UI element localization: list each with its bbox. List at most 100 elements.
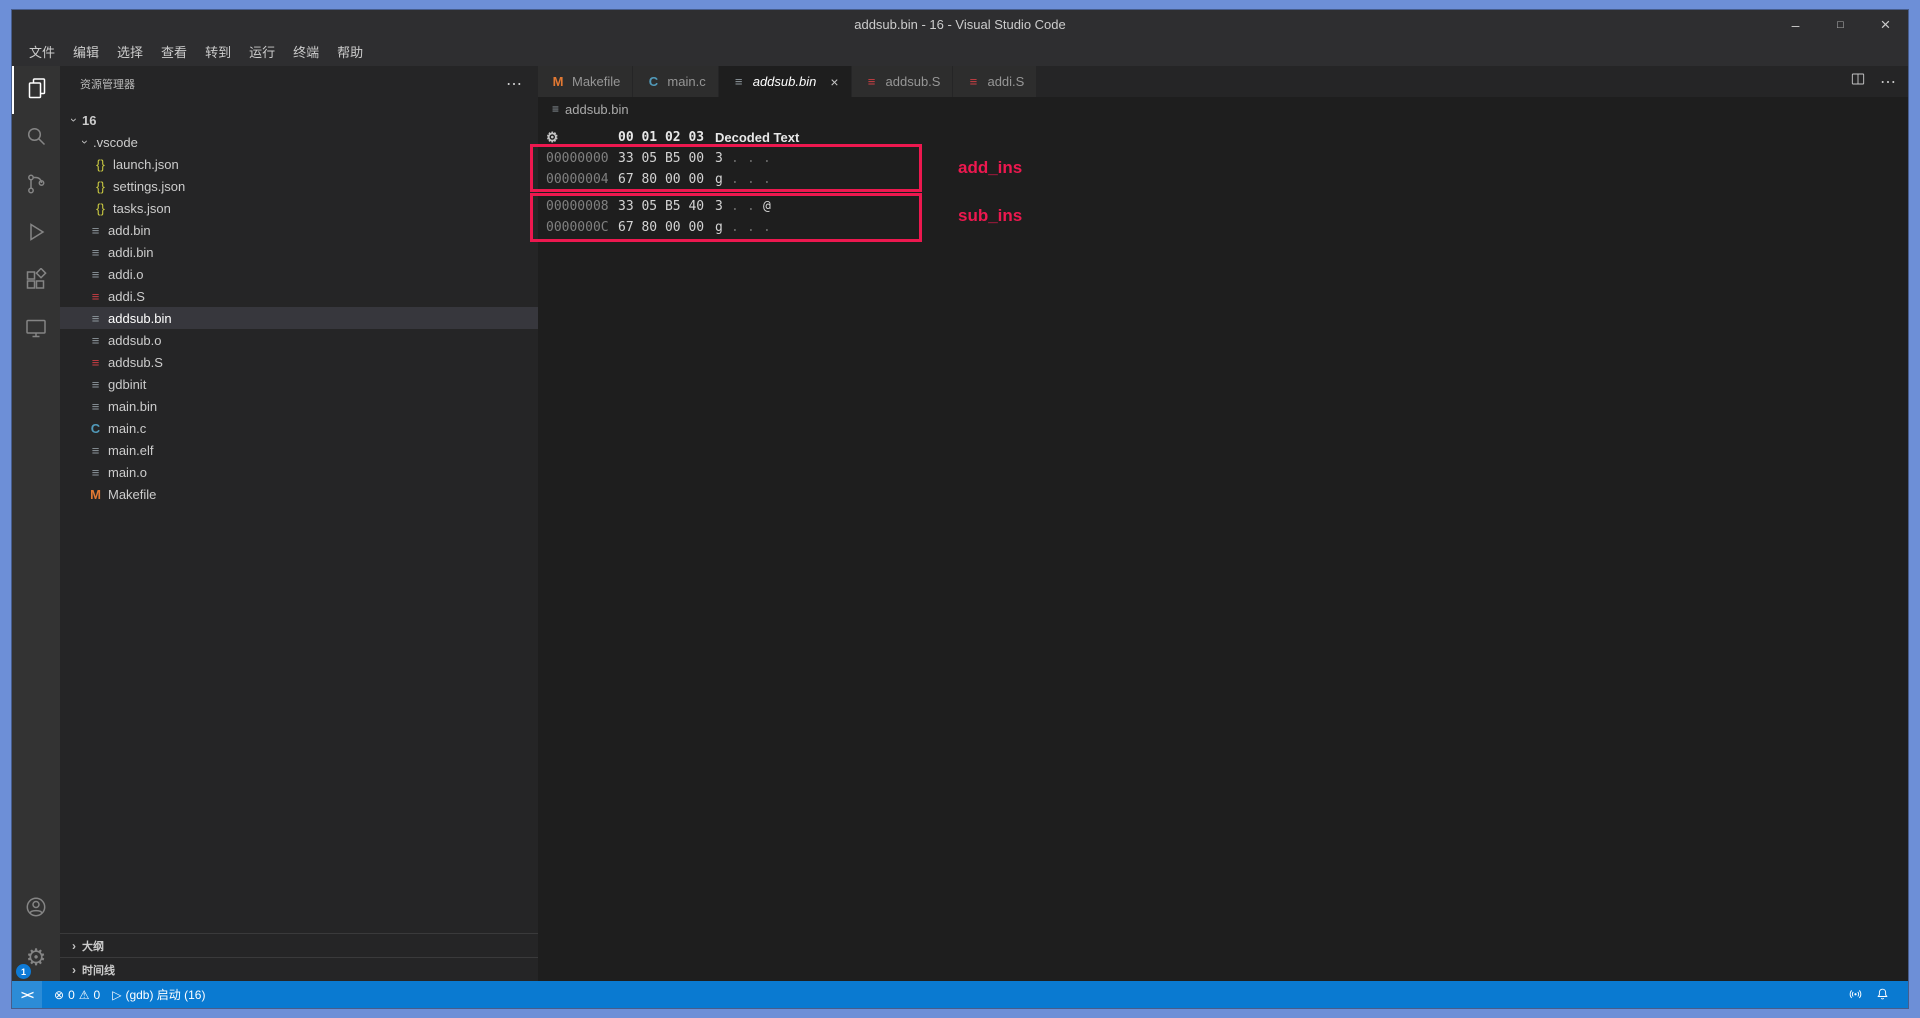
sidebar-sections: › 大纲 › 时间线: [60, 933, 538, 981]
activity-explorer-button[interactable]: [12, 66, 60, 114]
search-icon: [24, 124, 48, 153]
editor-actions: ⋯: [1850, 66, 1896, 97]
tree-item-vscode-folder[interactable]: › .vscode: [60, 131, 538, 153]
decoded-text-header: Decoded Text: [715, 130, 799, 145]
status-bar: >< ⊗ 0 ⚠ 0 ▷ (gdb) 启动 (16): [12, 981, 1908, 1008]
outline-section-label: 大纲: [82, 938, 104, 954]
breadcrumb-file[interactable]: addsub.bin: [565, 102, 629, 117]
tree-item-addi-bin[interactable]: ≡ addi.bin: [60, 241, 538, 263]
problems-indicator[interactable]: ⊗ 0 ⚠ 0: [48, 981, 106, 1008]
hex-row[interactable]: 00000000 33 05 B5 00 3 . . .: [546, 148, 1908, 169]
tree-item-label: addsub.o: [108, 333, 162, 348]
extensions-icon: [24, 268, 48, 297]
settings-gear-button[interactable]: ⚙ 1: [12, 933, 60, 981]
menu-file[interactable]: 文件: [20, 40, 64, 66]
decoded-char: .: [747, 199, 763, 214]
tab-addi-s[interactable]: ≡ addi.S: [953, 66, 1037, 97]
editor-more-icon[interactable]: ⋯: [1880, 72, 1896, 92]
sidebar-title: 资源管理器: [80, 76, 135, 92]
menu-run[interactable]: 运行: [240, 40, 284, 66]
activity-extensions-button[interactable]: [12, 258, 60, 306]
tree-item-main-o[interactable]: ≡ main.o: [60, 461, 538, 483]
tab-close-icon[interactable]: ×: [830, 74, 838, 90]
hex-address: 00000004: [546, 172, 618, 187]
maximize-button[interactable]: □: [1818, 10, 1863, 40]
debug-launch-indicator[interactable]: ▷ (gdb) 启动 (16): [106, 981, 211, 1008]
tab-addsub-s[interactable]: ≡ addsub.S: [852, 66, 954, 97]
tree-item-label: main.c: [108, 421, 146, 436]
hex-address: 0000000C: [546, 220, 618, 235]
file-icon: ≡: [87, 333, 104, 348]
menu-view[interactable]: 查看: [152, 40, 196, 66]
tree-item-gdbinit[interactable]: ≡ gdbinit: [60, 373, 538, 395]
tree-item-addsub-bin[interactable]: ≡ addsub.bin: [60, 307, 538, 329]
tree-item-main-elf[interactable]: ≡ main.elf: [60, 439, 538, 461]
activity-source-control-button[interactable]: [12, 162, 60, 210]
split-editor-icon[interactable]: [1850, 71, 1866, 92]
tree-item-label: main.bin: [108, 399, 157, 414]
hex-row[interactable]: 0000000C 67 80 00 00 g . . .: [546, 217, 1908, 238]
tree-item-root-16[interactable]: › 16: [60, 109, 538, 131]
menu-selection[interactable]: 选择: [108, 40, 152, 66]
account-icon: [24, 895, 48, 924]
tree-item-label: tasks.json: [113, 201, 171, 216]
tree-item-main-c[interactable]: C main.c: [60, 417, 538, 439]
remote-explorer-icon: [24, 316, 48, 345]
activity-run-debug-button[interactable]: [12, 210, 60, 258]
tree-item-label: addi.S: [108, 289, 145, 304]
account-button[interactable]: [12, 885, 60, 933]
gear-icon: ⚙: [26, 946, 47, 969]
menu-help[interactable]: 帮助: [328, 40, 372, 66]
activity-search-button[interactable]: [12, 114, 60, 162]
tree-item-label: main.o: [108, 465, 147, 480]
c-file-icon: C: [87, 421, 104, 436]
tree-item-addsub-s[interactable]: ≡ addsub.S: [60, 351, 538, 373]
tree-item-makefile[interactable]: M Makefile: [60, 483, 538, 505]
error-icon: ⊗: [54, 988, 64, 1002]
menu-edit[interactable]: 编辑: [64, 40, 108, 66]
menu-go[interactable]: 转到: [196, 40, 240, 66]
tab-addsub-bin[interactable]: ≡ addsub.bin ×: [719, 66, 852, 97]
tree-item-main-bin[interactable]: ≡ main.bin: [60, 395, 538, 417]
tree-item-addsub-o[interactable]: ≡ addsub.o: [60, 329, 538, 351]
remote-indicator[interactable]: ><: [12, 981, 42, 1008]
tree-item-launch-json[interactable]: {} launch.json: [60, 153, 538, 175]
tree-item-label: addi.bin: [108, 245, 154, 260]
tab-label: addsub.bin: [753, 74, 817, 89]
tree-item-label: launch.json: [113, 157, 179, 172]
outline-section[interactable]: › 大纲: [60, 933, 538, 957]
decoded-char: .: [763, 151, 779, 166]
decoded-char: 3: [715, 151, 731, 166]
sidebar-header: 资源管理器 ⋯: [60, 66, 538, 101]
broadcast-icon[interactable]: [1842, 981, 1869, 1008]
tree-item-addi-s[interactable]: ≡ addi.S: [60, 285, 538, 307]
tree-item-label: addi.o: [108, 267, 143, 282]
close-button[interactable]: ×: [1863, 10, 1908, 40]
activity-remote-explorer-button[interactable]: [12, 306, 60, 354]
bell-icon[interactable]: [1869, 981, 1896, 1008]
hex-row[interactable]: 00000008 33 05 B5 40 3 . . @: [546, 196, 1908, 217]
tree-item-add-bin[interactable]: ≡ add.bin: [60, 219, 538, 241]
timeline-section[interactable]: › 时间线: [60, 957, 538, 981]
activity-bar: ⚙ 1: [12, 66, 60, 981]
decoded-char: g: [715, 220, 731, 235]
tree-item-settings-json[interactable]: {} settings.json: [60, 175, 538, 197]
c-file-icon: C: [645, 74, 661, 89]
hex-bytes: 67 80 00 00: [618, 220, 715, 235]
workbench: ⚙ 1 资源管理器 ⋯ › 16 › .vscode {}: [12, 66, 1908, 981]
tab-main-c[interactable]: C main.c: [633, 66, 718, 97]
file-icon: ≡: [731, 74, 747, 89]
tree-item-addi-o[interactable]: ≡ addi.o: [60, 263, 538, 285]
tree-item-tasks-json[interactable]: {} tasks.json: [60, 197, 538, 219]
tab-makefile[interactable]: M Makefile: [538, 66, 633, 97]
hex-row[interactable]: 00000004 67 80 00 00 g . . .: [546, 169, 1908, 190]
menu-terminal[interactable]: 终端: [284, 40, 328, 66]
sidebar-more-icon[interactable]: ⋯: [506, 74, 522, 94]
tree-item-label: .vscode: [93, 135, 138, 150]
menu-bar: 文件 编辑 选择 查看 转到 运行 终端 帮助: [12, 40, 1908, 66]
asm-file-icon: ≡: [87, 289, 104, 304]
tree-item-label: 16: [82, 113, 96, 128]
decoded-char: g: [715, 172, 731, 187]
hex-settings-gear-icon[interactable]: ⚙: [546, 129, 618, 146]
minimize-button[interactable]: –: [1773, 10, 1818, 40]
